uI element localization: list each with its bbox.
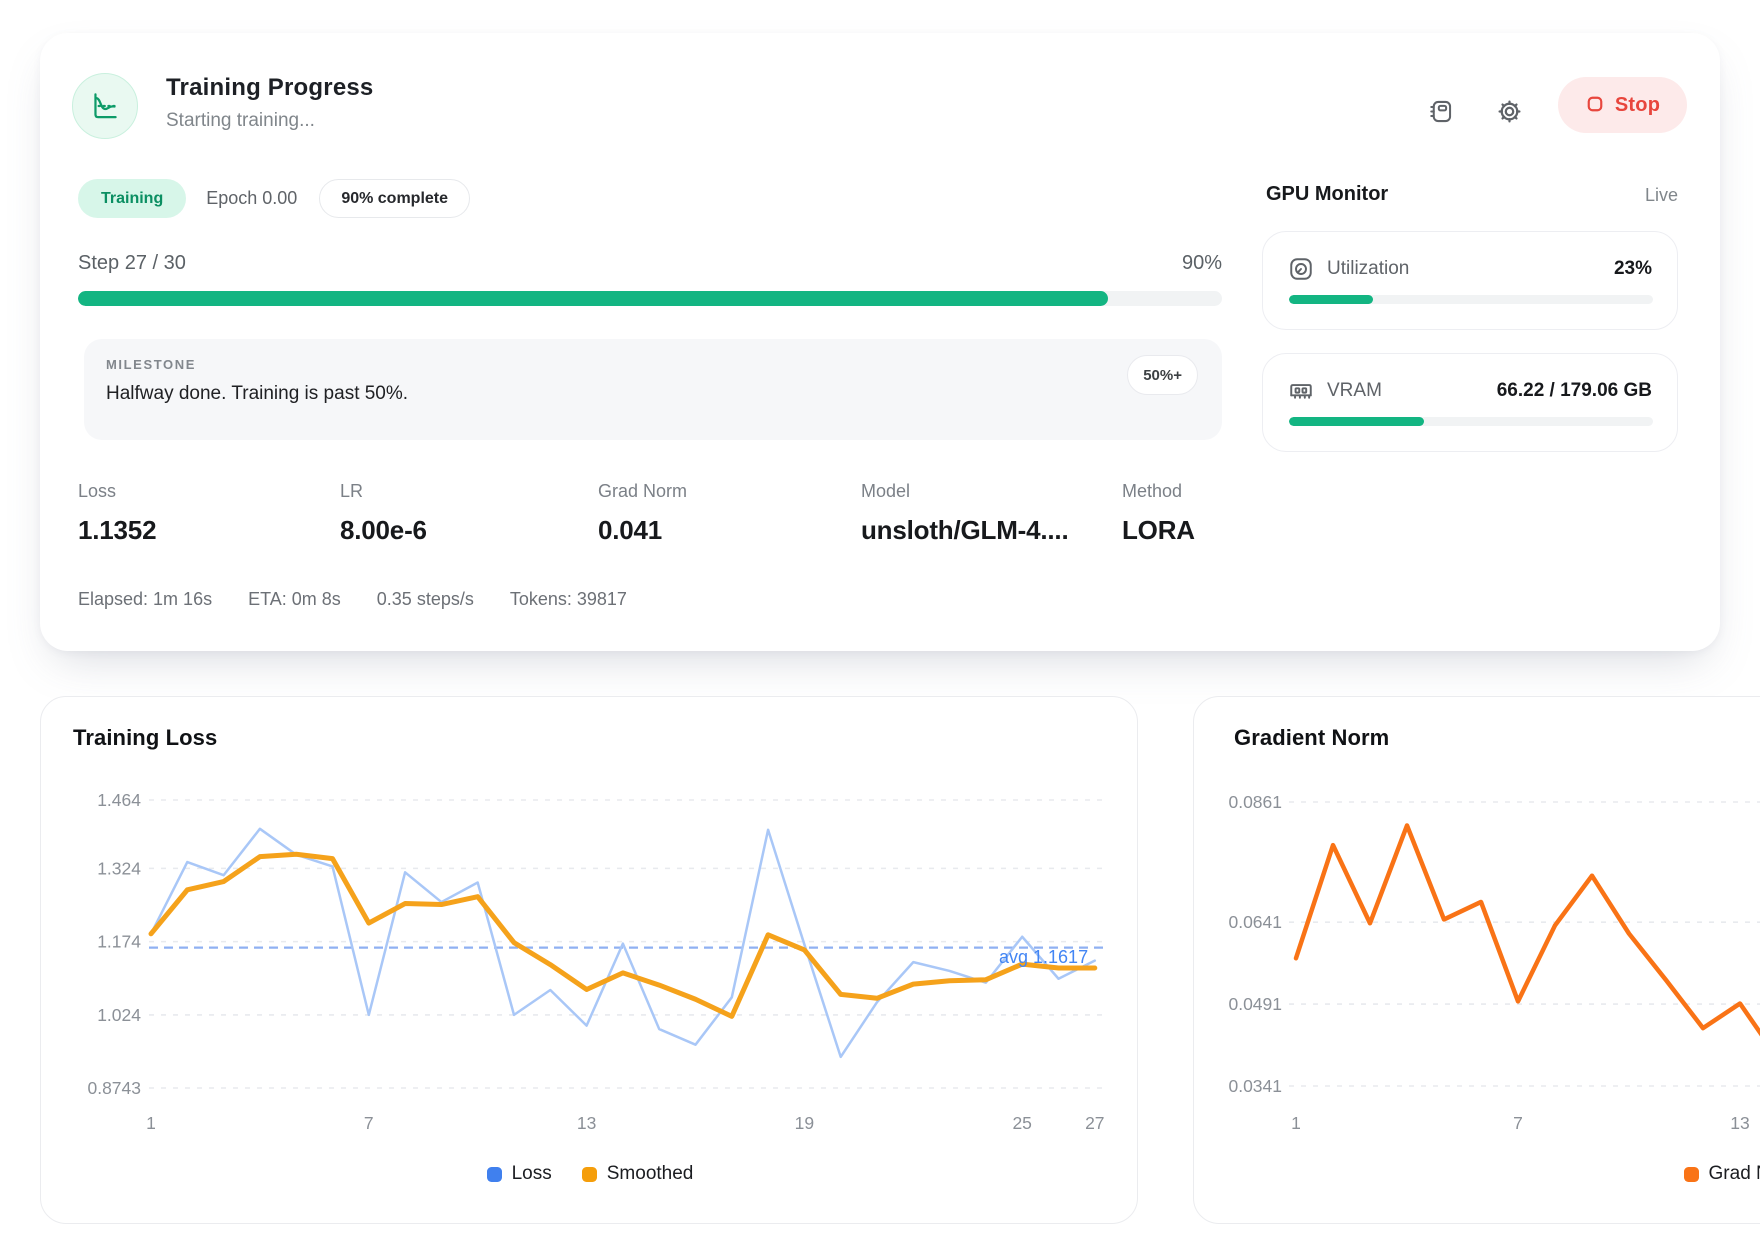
- legend-item-loss[interactable]: Loss: [487, 1163, 552, 1185]
- gear-icon: [1496, 98, 1523, 128]
- tokens-stat: Tokens: 39817: [510, 589, 627, 610]
- svg-text:0.0491: 0.0491: [1228, 994, 1282, 1014]
- gpu-vram-card: VRAM 66.22 / 179.06 GB: [1262, 353, 1678, 452]
- gradient-norm-legend: Grad Norm: [1194, 1163, 1760, 1185]
- training-loss-legend: Loss Smoothed: [41, 1163, 1139, 1185]
- status-badge-row: Training Epoch 0.00 90% complete: [78, 179, 470, 218]
- utilization-bar-fill: [1289, 295, 1373, 304]
- log-button[interactable]: [1418, 91, 1462, 135]
- training-progress-card: Training Progress Starting training...: [40, 33, 1720, 651]
- progress-percent-label: 90%: [78, 252, 1222, 275]
- svg-text:13: 13: [577, 1113, 596, 1133]
- milestone-card: MILESTONE Halfway done. Training is past…: [84, 339, 1222, 440]
- vram-value: 66.22 / 179.06 GB: [1497, 380, 1652, 402]
- metric-grad-norm-value: 0.041: [598, 515, 687, 546]
- vram-bar-fill: [1289, 417, 1424, 426]
- svg-text:0.0341: 0.0341: [1228, 1076, 1282, 1096]
- stop-icon: [1585, 94, 1605, 117]
- ram-icon: [1288, 378, 1314, 409]
- milestone-message: Halfway done. Training is past 50%.: [106, 383, 408, 405]
- speed-stat: 0.35 steps/s: [377, 589, 474, 610]
- metric-model-label: Model: [861, 481, 1111, 502]
- svg-text:0.8743: 0.8743: [87, 1078, 141, 1098]
- gpu-live-label: Live: [1262, 185, 1678, 206]
- utilization-bar: [1289, 295, 1653, 304]
- epoch-label: Epoch 0.00: [206, 188, 297, 209]
- svg-text:1.024: 1.024: [97, 1005, 141, 1025]
- utilization-value: 23%: [1614, 258, 1652, 280]
- legend-item-grad-norm[interactable]: Grad Norm: [1684, 1163, 1760, 1185]
- svg-text:7: 7: [364, 1113, 374, 1133]
- svg-text:1: 1: [146, 1113, 156, 1133]
- metric-model-value: unsloth/GLM-4....: [861, 515, 1106, 546]
- metric-method-label: Method: [1122, 481, 1195, 502]
- milestone-badge: 50%+: [1127, 355, 1198, 395]
- metric-grad-norm: Grad Norm 0.041: [598, 481, 687, 546]
- svg-text:0.0861: 0.0861: [1228, 792, 1282, 812]
- settings-button[interactable]: [1487, 91, 1531, 135]
- metric-loss: Loss 1.1352: [78, 481, 156, 546]
- metric-loss-label: Loss: [78, 481, 156, 502]
- footer-stats: Elapsed: 1m 16s ETA: 0m 8s 0.35 steps/s …: [78, 589, 627, 610]
- grad-norm-legend-swatch: [1684, 1167, 1699, 1182]
- grad-norm-legend-label: Grad Norm: [1709, 1163, 1760, 1185]
- training-progress-bar: [78, 291, 1222, 306]
- metric-lr-value: 8.00e-6: [340, 515, 427, 546]
- training-status-badge: Training: [78, 179, 186, 218]
- vram-label: VRAM: [1327, 380, 1382, 402]
- page-subtitle: Starting training...: [166, 110, 315, 132]
- training-chart-icon: [72, 73, 138, 139]
- gauge-icon: [1288, 256, 1314, 287]
- svg-text:27: 27: [1085, 1113, 1104, 1133]
- utilization-label: Utilization: [1327, 258, 1409, 280]
- gpu-utilization-card: Utilization 23%: [1262, 231, 1678, 330]
- training-loss-chart: 1.464 1.324 1.174 1.024 0.87431 7 13 19 25 27 avg …: [41, 697, 1139, 1157]
- svg-text:1.324: 1.324: [97, 858, 141, 878]
- metric-lr-label: LR: [340, 481, 427, 502]
- gradient-norm-chart: 0.0861 0.0641 0.0491 0.0341 1 7 13: [1194, 697, 1760, 1157]
- metric-lr: LR 8.00e-6: [340, 481, 427, 546]
- eta-stat: ETA: 0m 8s: [248, 589, 341, 610]
- svg-text:1.464: 1.464: [97, 790, 141, 810]
- training-dashboard-page: Training Progress Starting training...: [0, 0, 1760, 1256]
- svg-text:7: 7: [1513, 1113, 1523, 1133]
- milestone-label: MILESTONE: [106, 357, 196, 372]
- svg-text:1.174: 1.174: [97, 932, 141, 952]
- metric-model: Model unsloth/GLM-4....: [861, 481, 1111, 546]
- page-title: Training Progress: [166, 74, 373, 102]
- svg-text:avg 1.1617: avg 1.1617: [999, 947, 1088, 967]
- smoothed-legend-label: Smoothed: [607, 1163, 694, 1185]
- legend-item-smoothed[interactable]: Smoothed: [582, 1163, 694, 1185]
- metric-method-value: LORA: [1122, 515, 1195, 546]
- smoothed-legend-swatch: [582, 1167, 597, 1182]
- completion-badge: 90% complete: [319, 179, 470, 218]
- loss-legend-swatch: [487, 1167, 502, 1182]
- svg-text:1: 1: [1291, 1113, 1301, 1133]
- gradient-norm-card: Gradient Norm 0.08610.06410.04910.034117…: [1193, 696, 1760, 1224]
- metric-method: Method LORA: [1122, 481, 1195, 546]
- svg-text:13: 13: [1730, 1113, 1749, 1133]
- stop-label: Stop: [1615, 94, 1660, 117]
- metric-grad-norm-label: Grad Norm: [598, 481, 687, 502]
- training-loss-card: Training Loss 1.4641.3241.1741.0240.8743…: [40, 696, 1138, 1224]
- vram-bar: [1289, 417, 1653, 426]
- loss-legend-label: Loss: [512, 1163, 552, 1185]
- svg-text:0.0641: 0.0641: [1228, 912, 1282, 932]
- notebook-icon: [1427, 98, 1454, 128]
- training-progress-fill: [78, 291, 1108, 306]
- svg-text:19: 19: [795, 1113, 814, 1133]
- stop-button[interactable]: Stop: [1558, 77, 1687, 133]
- elapsed-stat: Elapsed: 1m 16s: [78, 589, 212, 610]
- svg-text:25: 25: [1012, 1113, 1031, 1133]
- metric-loss-value: 1.1352: [78, 515, 156, 546]
